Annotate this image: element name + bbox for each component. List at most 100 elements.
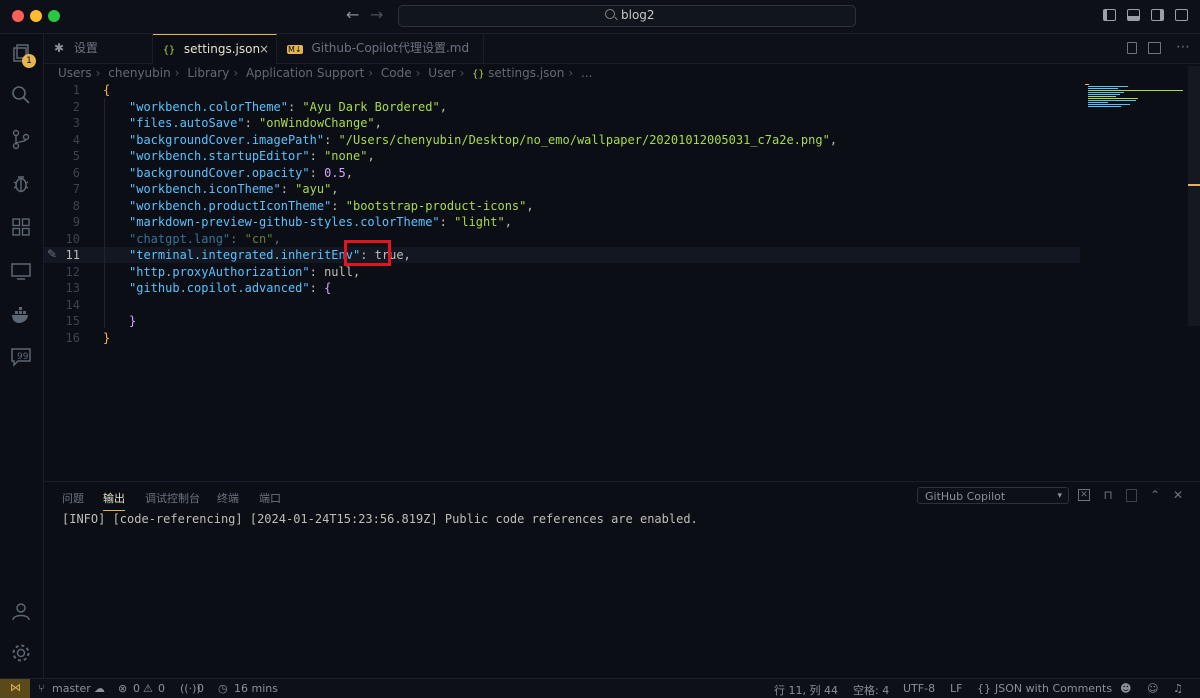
title-bar: ← → blog2	[0, 0, 1200, 34]
search-icon	[605, 9, 615, 19]
output-log-line: [INFO] [code-referencing] [2024-01-24T15…	[62, 512, 698, 526]
warning-icon: ⚠	[143, 682, 153, 695]
breadcrumb-item[interactable]: ...	[581, 66, 592, 80]
command-center-search[interactable]: blog2	[398, 5, 856, 27]
tab-label: 设置	[73, 41, 98, 55]
code-line: 13 "github.copilot.advanced": {	[65, 281, 332, 295]
breadcrumb-item[interactable]: Library	[187, 66, 229, 80]
code-editor[interactable]: ✎ 1{ 2 "workbench.colorTheme": "Ayu Dark …	[44, 82, 1186, 482]
json-file-icon: {}	[163, 45, 176, 56]
tab-ports[interactable]: 端口	[259, 490, 281, 506]
tab-terminal[interactable]: 终端	[217, 490, 239, 506]
line-ending[interactable]: LF	[950, 682, 962, 695]
more-actions-icon[interactable]: ⋯	[1176, 39, 1190, 55]
tab-label: settings.json	[183, 42, 261, 56]
code-line: 5 "workbench.startupEditor": "none",	[72, 149, 375, 163]
copilot-icon[interactable]: ☻	[1120, 682, 1131, 695]
remote-explorer-icon[interactable]	[9, 260, 33, 284]
code-line: 7 "workbench.iconTheme": "ayu",	[72, 182, 339, 196]
activity-bar: 1 99	[0, 34, 44, 678]
encoding[interactable]: UTF-8	[903, 682, 935, 695]
editor-scrollbar[interactable]	[1188, 66, 1200, 326]
tab-settings-ui[interactable]: ✱ 设置	[44, 34, 153, 63]
tab-copilot-md[interactable]: M↓ Github-Copilot代理设置.md	[277, 34, 484, 63]
remote-indicator[interactable]: ⋈	[0, 679, 30, 698]
output-channel-select[interactable]: GitHub Copilot ▾	[917, 487, 1069, 504]
extensions-icon[interactable]	[9, 216, 33, 240]
clock-icon: ◷	[218, 682, 228, 695]
breadcrumb-item[interactable]: chenyubin	[108, 66, 170, 80]
minimize-window-button[interactable]	[30, 10, 42, 22]
notifications-bell-icon[interactable]: ♫	[1173, 682, 1183, 695]
close-tab-icon[interactable]: ×	[259, 35, 269, 64]
tab-label: Github-Copilot代理设置.md	[311, 41, 470, 55]
code-line: 2 "workbench.colorTheme": "Ayu Dark Borde…	[72, 100, 447, 114]
cursor-position[interactable]: 行 11, 列 44	[774, 682, 838, 698]
breadcrumb-item[interactable]: Application Support	[246, 66, 364, 80]
tab-debug-console[interactable]: 调试控制台	[145, 490, 200, 506]
toggle-secondary-sidebar-icon[interactable]	[1151, 9, 1164, 21]
breadcrumb-item[interactable]: settings.json	[488, 66, 564, 80]
bottom-panel: 问题 输出 调试控制台 终端 端口 GitHub Copilot ▾ ✕ ⊓ ⌃…	[44, 481, 1200, 679]
warning-count[interactable]: 0	[158, 682, 165, 695]
docker-icon[interactable]	[9, 304, 33, 328]
clear-output-icon[interactable]: ✕	[1078, 489, 1090, 501]
run-debug-icon[interactable]	[9, 172, 33, 196]
back-arrow-icon[interactable]: ←	[346, 5, 359, 24]
close-window-button[interactable]	[12, 10, 24, 22]
breadcrumb-item[interactable]: User	[428, 66, 455, 80]
split-editor-icon[interactable]	[1148, 42, 1161, 54]
open-preview-icon[interactable]	[1127, 42, 1137, 54]
feedback-icon[interactable]: ☺	[1147, 682, 1158, 695]
tab-output[interactable]: 输出	[103, 490, 125, 511]
error-count[interactable]: 0	[133, 682, 140, 695]
code-line: 10 "chatgpt.lang": "cn",	[65, 232, 281, 246]
explorer-badge: 1	[22, 54, 36, 68]
code-line: 12 "http.proxyAuthorization": null,	[65, 265, 361, 279]
code-line: 4 "backgroundCover.imagePath": "/Users/ch…	[72, 133, 838, 147]
source-control-icon[interactable]	[9, 128, 33, 152]
open-log-file-icon[interactable]	[1126, 489, 1137, 502]
tab-problems[interactable]: 问题	[62, 490, 84, 506]
editor-tab-bar: ✱ 设置 {} settings.json × M↓ Github-Copilo…	[44, 34, 1200, 64]
maximize-window-button[interactable]	[48, 10, 60, 22]
branch-icon: ⑂	[38, 682, 45, 695]
search-icon[interactable]	[9, 84, 33, 108]
code-line: 14	[65, 298, 80, 312]
session-time[interactable]: 16 mins	[234, 682, 278, 695]
branch-name[interactable]: master	[52, 682, 91, 695]
code-line: 11 "terminal.integrated.inheritEnv": true…	[65, 248, 411, 262]
lock-scroll-icon[interactable]: ⊓	[1102, 489, 1114, 501]
manage-gear-icon[interactable]	[9, 642, 33, 666]
breadcrumb-item[interactable]: Users	[58, 66, 92, 80]
error-icon: ⊗	[118, 682, 128, 695]
settings-tab-icon: ✱	[54, 41, 65, 55]
ports-count[interactable]: 0	[197, 682, 204, 695]
markdown-file-icon: M↓	[287, 45, 303, 54]
toggle-panel-icon[interactable]	[1127, 9, 1140, 21]
indentation[interactable]: 空格: 4	[853, 682, 889, 698]
forward-arrow-icon[interactable]: →	[370, 5, 383, 24]
code-line: 15}	[65, 314, 137, 328]
chevron-down-icon: ▾	[1057, 491, 1062, 501]
code-line: 1{	[72, 83, 111, 97]
language-mode[interactable]: JSON with Comments	[995, 682, 1112, 695]
chat-icon[interactable]: 99	[9, 346, 33, 370]
workspace-name: blog2	[621, 8, 655, 22]
explorer-icon[interactable]: 1	[9, 42, 36, 68]
breadcrumb: Users › chenyubin › Library › Application S…	[58, 66, 593, 80]
code-line: 9 "markdown-preview-github-styles.colorTh…	[72, 215, 512, 229]
sync-icon[interactable]: ☁	[94, 682, 105, 695]
tab-settings-json[interactable]: {} settings.json ×	[153, 34, 277, 64]
maximize-panel-icon[interactable]: ⌃	[1149, 489, 1161, 501]
breadcrumb-item[interactable]: Code	[381, 66, 412, 80]
minimap[interactable]	[1085, 84, 1185, 114]
json-file-icon: {}	[472, 69, 485, 80]
braces-icon: {}	[977, 682, 991, 695]
code-line: 3 "files.autoSave": "onWindowChange",	[72, 116, 382, 130]
toggle-primary-sidebar-icon[interactable]	[1103, 9, 1116, 21]
accounts-icon[interactable]	[9, 600, 33, 624]
code-line: 16}	[65, 331, 111, 345]
close-panel-icon[interactable]: ✕	[1172, 489, 1184, 501]
customize-layout-icon[interactable]	[1175, 9, 1188, 21]
